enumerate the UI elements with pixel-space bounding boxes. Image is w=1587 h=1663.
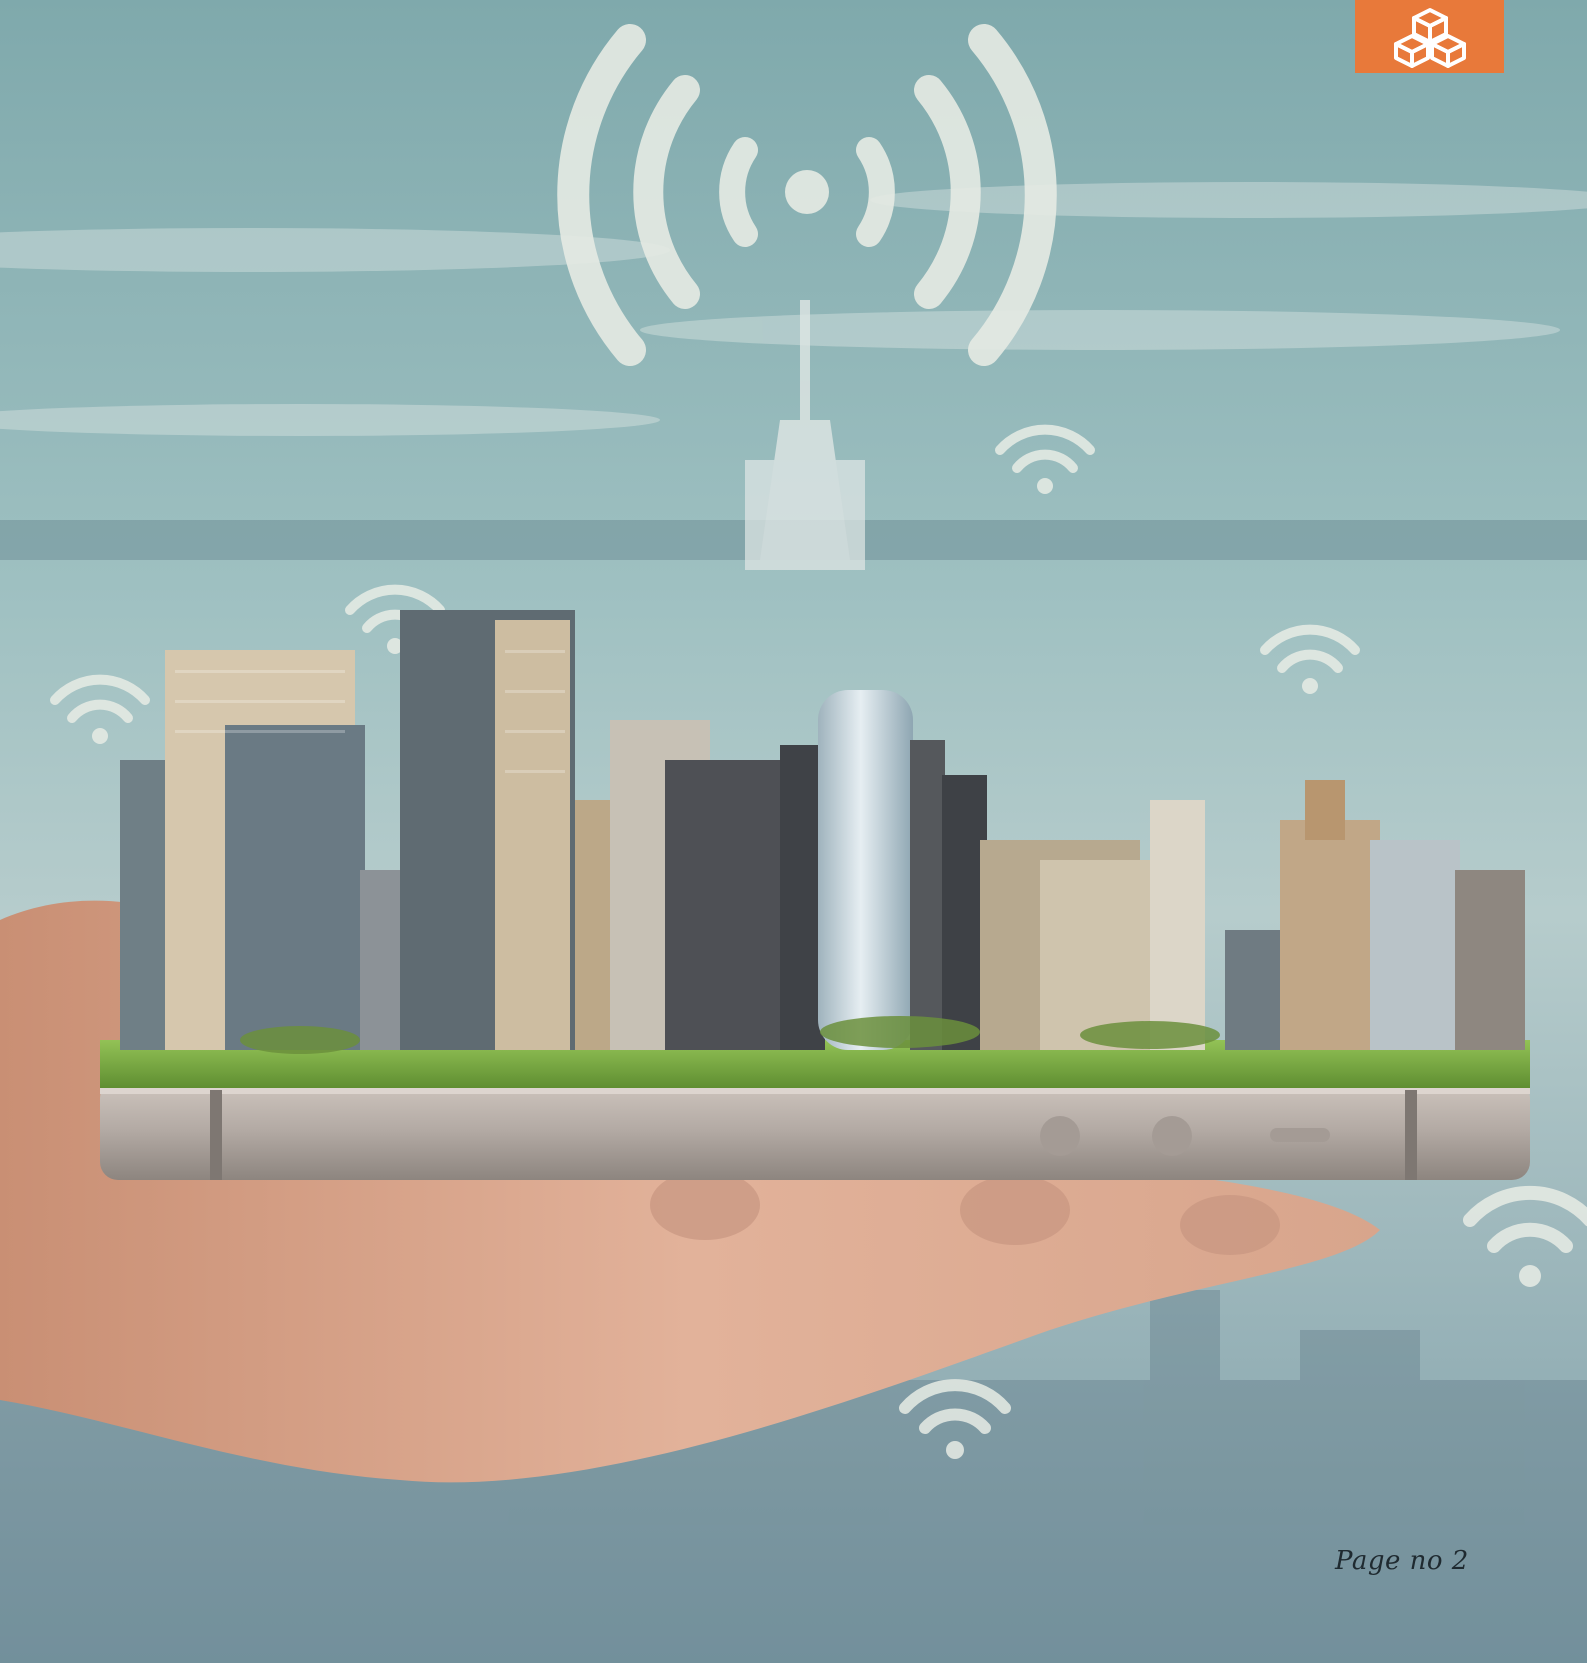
brand-logo-badge <box>1355 0 1504 73</box>
page-number: Page no 2 <box>1335 1546 1469 1576</box>
city-on-phone-illustration <box>0 0 1587 1663</box>
page: Page no 2 <box>0 0 1587 1663</box>
cubes-logo-icon <box>1393 7 1466 68</box>
